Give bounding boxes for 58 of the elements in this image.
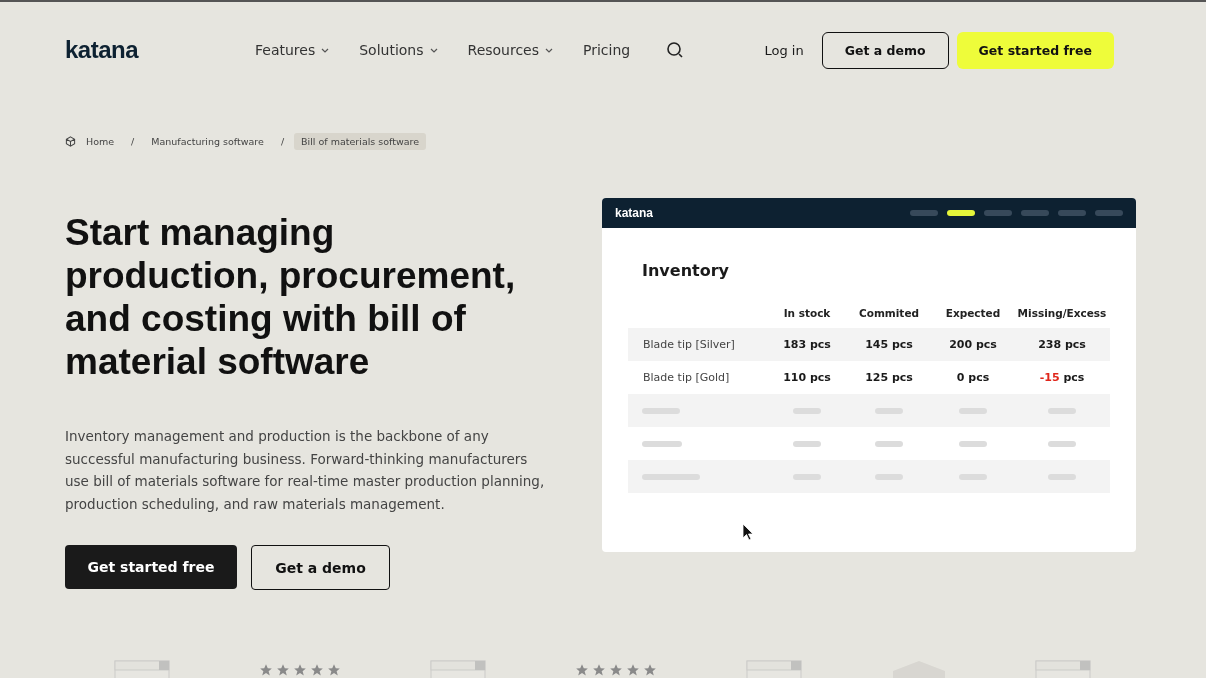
chevron-down-icon bbox=[321, 47, 330, 53]
breadcrumb-link[interactable]: Manufacturing software bbox=[144, 133, 271, 150]
star-icon bbox=[310, 663, 325, 677]
star-icon bbox=[293, 663, 308, 677]
star-icon bbox=[591, 663, 606, 677]
table-cell-text: -15 pcs bbox=[1038, 371, 1086, 384]
login-link[interactable]: Log in bbox=[764, 42, 804, 58]
star-icon bbox=[259, 663, 274, 677]
placeholder-bar bbox=[1048, 440, 1076, 447]
column-header: Missing/Excess bbox=[1016, 307, 1108, 319]
star-icon bbox=[574, 663, 589, 677]
award-badge-icon bbox=[745, 660, 802, 678]
column-header: In stock bbox=[782, 307, 832, 319]
hero-heading: Start managing production, procurement, and costing with bill of material software bbox=[65, 211, 517, 383]
table-cell-text: 110 pcs bbox=[782, 371, 832, 384]
column-header: Commited bbox=[857, 307, 921, 319]
breadcrumb-separator: / bbox=[280, 136, 285, 147]
star-icon bbox=[642, 663, 657, 677]
cube-icon bbox=[65, 136, 76, 147]
table-cell-text: Blade tip [Gold] bbox=[642, 371, 731, 384]
placeholder-bar bbox=[793, 440, 821, 447]
search-icon[interactable] bbox=[666, 41, 685, 59]
get-started-button[interactable]: Get started free bbox=[65, 545, 237, 589]
table-cell-text: 238 pcs bbox=[1037, 338, 1087, 351]
placeholder-bar bbox=[875, 440, 903, 447]
app-logo: katana bbox=[615, 206, 654, 220]
placeholder-bar bbox=[959, 440, 987, 447]
placeholder-bar bbox=[642, 440, 682, 447]
demo-button[interactable]: Get a demo bbox=[821, 31, 949, 69]
breadcrumb-link[interactable]: Home bbox=[86, 133, 122, 150]
nav-link[interactable]: Features bbox=[255, 42, 330, 58]
breadcrumb-link[interactable]: Bill of materials software bbox=[294, 133, 427, 150]
breadcrumb-separator: / bbox=[131, 136, 135, 147]
star-icon bbox=[608, 663, 623, 677]
star-icon bbox=[327, 663, 342, 677]
star-icon bbox=[625, 663, 640, 677]
chevron-down-icon bbox=[429, 47, 438, 53]
table-cell-text: 200 pcs bbox=[948, 338, 998, 351]
hero-description: Inventory management and production is the backbone of any successful manufacturing business. Forward-thinking manufacturers use bill of materials software for real-time master production planning, production scheduling, and raw materials management. bbox=[65, 427, 545, 514]
logo[interactable]: katana bbox=[65, 36, 215, 64]
table-cell-text: 0 pcs bbox=[955, 371, 991, 384]
award-badge-icon bbox=[1035, 660, 1092, 678]
nav-link[interactable]: Resources bbox=[467, 42, 554, 58]
demo-button[interactable]: Get a demo bbox=[251, 545, 390, 590]
table-cell-text: 183 pcs bbox=[782, 338, 832, 351]
star-icon bbox=[276, 663, 291, 677]
table-cell-text: 145 pcs bbox=[864, 338, 914, 351]
nav-link[interactable]: Pricing bbox=[583, 42, 631, 58]
award-badge-icon bbox=[114, 660, 171, 678]
get-started-button[interactable]: Get started free bbox=[956, 31, 1114, 69]
award-badge-icon bbox=[430, 660, 487, 678]
nav-link[interactable]: Solutions bbox=[359, 42, 438, 58]
table-cell-text: 125 pcs bbox=[864, 371, 914, 384]
column-header: Expected bbox=[944, 307, 1002, 319]
cursor-icon bbox=[742, 523, 754, 541]
chevron-down-icon bbox=[545, 47, 554, 53]
table-cell-text: Blade tip [Silver] bbox=[642, 338, 736, 351]
table-title: Inventory bbox=[642, 261, 730, 280]
